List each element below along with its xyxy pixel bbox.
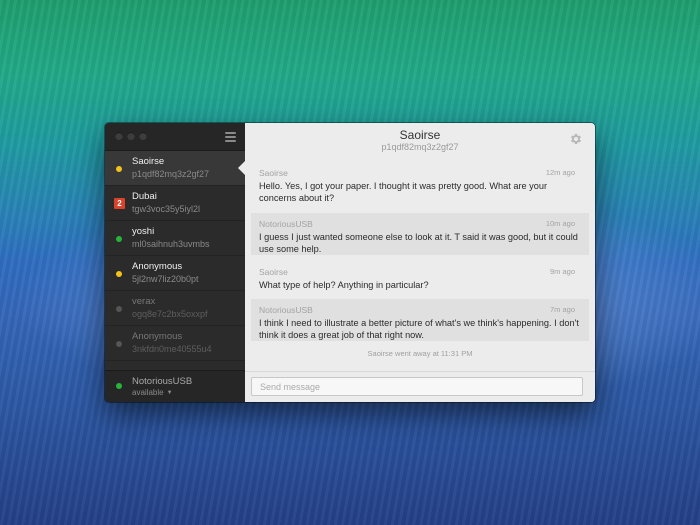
contact-item[interactable]: yoshi ml0saihnuh3uvmbs (105, 221, 245, 256)
message-time: 12m ago (545, 168, 575, 177)
message: NotoriousUSB 10m ago I guess I just want… (251, 213, 589, 255)
sidebar-titlebar (105, 123, 245, 151)
message-text: I think I need to illustrate a better pi… (259, 318, 579, 340)
contact-name: Anonymous (132, 331, 183, 342)
away-status-icon (116, 166, 122, 172)
message-list: Saoirse 12m ago Hello. Yes, I got your p… (251, 162, 589, 358)
message: Saoirse 12m ago Hello. Yes, I got your p… (251, 162, 589, 208)
message: NotoriousUSB 7m ago I think I need to il… (251, 299, 589, 341)
minimize-window-button[interactable] (127, 132, 135, 140)
message-time: 7m ago (549, 305, 575, 314)
conversation-header: Saoirse p1qdf82mq3z2gf27 (245, 123, 595, 157)
message-text: I guess I just wanted someone else to lo… (259, 232, 578, 254)
chat-window: Saoirse p1qdf82mq3z2gf27 2 Dubai tgw3voc… (105, 123, 595, 402)
contact-name: Dubai (132, 191, 157, 202)
contact-name: Saoirse (132, 156, 165, 167)
active-pointer-icon (238, 161, 245, 175)
system-note: Saoirse went away at 11:31 PM (367, 349, 473, 358)
online-status-icon (116, 383, 122, 389)
close-window-button[interactable] (115, 132, 123, 140)
message-time: 10m ago (545, 219, 575, 228)
message-author: Saoirse (259, 267, 288, 277)
gear-icon[interactable] (569, 132, 583, 146)
message-text: What type of help? Anything in particula… (259, 280, 429, 290)
contact-list: Saoirse p1qdf82mq3z2gf27 2 Dubai tgw3voc… (105, 151, 245, 361)
availability-dropdown[interactable]: available ▼ (132, 388, 173, 397)
message-time: 9m ago (549, 267, 575, 276)
contact-handle: p1qdf82mq3z2gf27 (132, 169, 210, 179)
contact-item[interactable]: 2 Dubai tgw3voc35y5iyl2l (105, 186, 245, 221)
online-status-icon (116, 236, 122, 242)
contact-handle: 5jl2nw7liz20b0pt (132, 274, 199, 284)
offline-status-icon (116, 306, 122, 312)
away-status-icon (116, 271, 122, 277)
self-status-bar[interactable]: NotoriousUSB available ▼ (105, 370, 245, 402)
contact-handle: ogq8e7c2bx5oxxpf (132, 309, 208, 319)
contact-item[interactable]: verax ogq8e7c2bx5oxxpf (105, 291, 245, 326)
message-text: Hello. Yes, I got your paper. I thought … (259, 181, 548, 203)
contact-name: yoshi (132, 226, 155, 237)
message: Saoirse 9m ago What type of help? Anythi… (251, 261, 589, 295)
contact-item[interactable]: Saoirse p1qdf82mq3z2gf27 (105, 151, 245, 186)
contact-handle: tgw3voc35y5iyl2l (132, 204, 201, 214)
zoom-window-button[interactable] (139, 132, 147, 140)
contact-name: verax (132, 296, 156, 307)
composer-bar (245, 371, 595, 402)
chevron-down-icon: ▼ (166, 390, 173, 396)
window-controls (115, 132, 147, 140)
contact-item[interactable]: Anonymous 3nkfdn0me40555u4 (105, 326, 245, 361)
conversation-pane: Saoirse p1qdf82mq3z2gf27 Saoirse 12m ago… (245, 123, 595, 402)
contact-name: Anonymous (132, 261, 183, 272)
message-author: NotoriousUSB (259, 305, 313, 315)
conversation-title: Saoirse (399, 128, 441, 142)
contact-item[interactable]: Anonymous 5jl2nw7liz20b0pt (105, 256, 245, 291)
availability-label: available (132, 388, 164, 397)
contact-handle: ml0saihnuh3uvmbs (132, 239, 210, 249)
message-author: Saoirse (259, 168, 288, 178)
unread-badge: 2 (114, 198, 125, 209)
sidebar: Saoirse p1qdf82mq3z2gf27 2 Dubai tgw3voc… (105, 123, 245, 402)
message-author: NotoriousUSB (259, 219, 313, 229)
send-message-input[interactable] (251, 377, 583, 396)
contact-handle: 3nkfdn0me40555u4 (132, 344, 212, 354)
self-name: NotoriousUSB (132, 376, 193, 387)
conversation-subtitle: p1qdf82mq3z2gf27 (381, 142, 459, 152)
offline-status-icon (116, 341, 122, 347)
hamburger-menu-icon[interactable] (225, 132, 236, 142)
